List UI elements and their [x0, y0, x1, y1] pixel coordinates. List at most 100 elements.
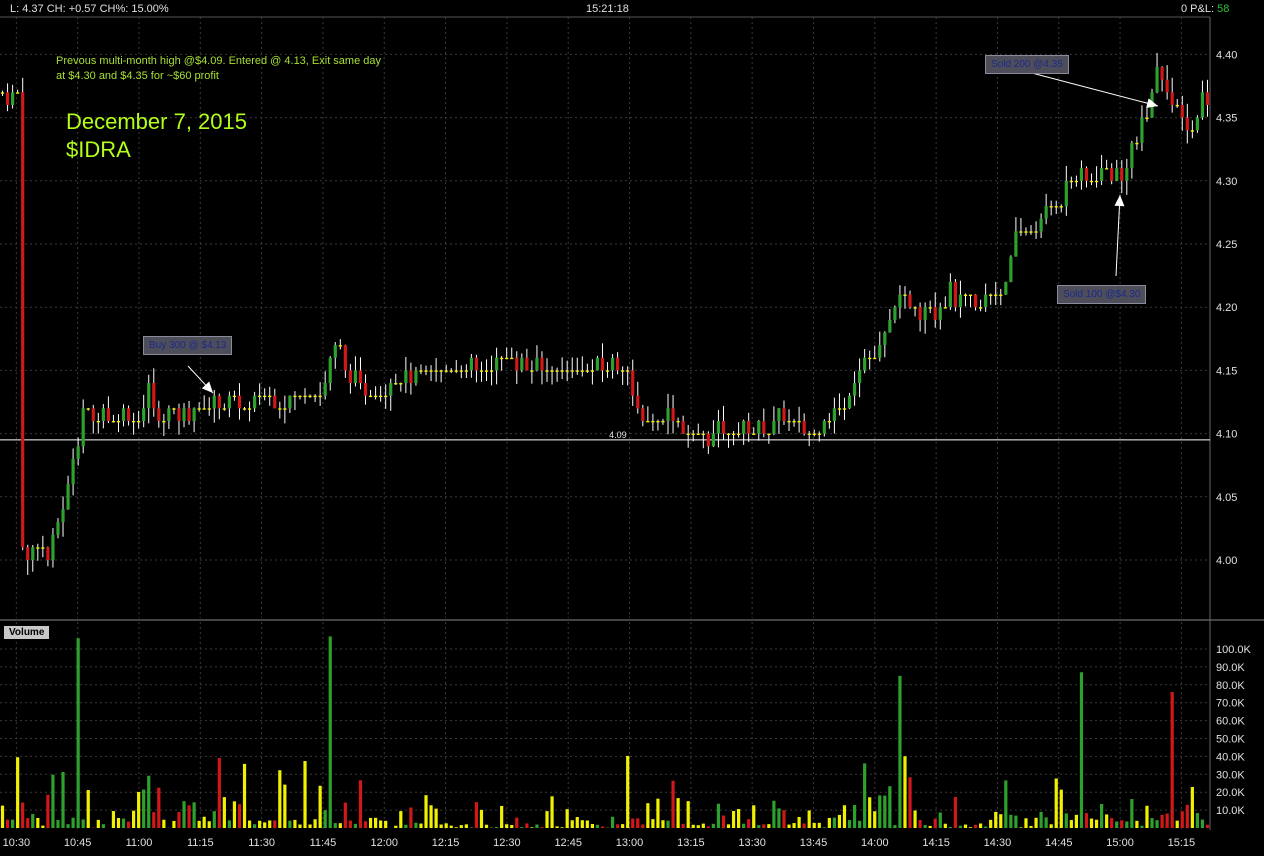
volume-bar — [933, 818, 937, 828]
candle-body — [268, 395, 272, 398]
volume-bar — [132, 810, 136, 828]
candle-body — [737, 433, 741, 435]
candle-body — [182, 408, 186, 421]
candle-body — [842, 408, 847, 410]
volume-bar — [979, 823, 983, 828]
volume-bar — [928, 825, 932, 828]
x-tick-label: 10:30 — [3, 837, 31, 849]
volume-bar — [222, 797, 226, 828]
candle-body — [419, 370, 423, 372]
volume-bar — [152, 812, 156, 828]
volume-bar — [1004, 780, 1008, 828]
candle-body — [258, 395, 262, 398]
annotation-line-2: at $4.30 and $4.35 for ~$60 profit — [56, 70, 219, 82]
volume-bar — [247, 820, 252, 828]
candle-body — [610, 357, 615, 371]
candle-body — [505, 357, 509, 360]
candle-body — [696, 433, 700, 435]
volume-bar — [1079, 672, 1084, 828]
candle-body — [142, 408, 146, 421]
volume-bar — [182, 801, 186, 828]
candle-body — [111, 420, 116, 423]
volume-tick-label: 10.0K — [1216, 805, 1245, 817]
volume-bar — [31, 814, 35, 828]
candle-body — [177, 408, 181, 421]
volume-bar — [747, 819, 751, 828]
volume-bar — [852, 805, 857, 828]
volume-bar — [212, 811, 216, 828]
volume-bar — [550, 796, 554, 828]
buy-callout: Buy 300 @ $4.13 — [143, 336, 233, 355]
candle-body — [464, 370, 468, 372]
candle-body — [1014, 231, 1018, 257]
volume-bar — [913, 810, 917, 828]
candle-body — [338, 345, 342, 347]
candle-body — [1115, 168, 1119, 181]
volume-tick-label: 30.0K — [1216, 769, 1245, 781]
candle-body — [121, 408, 126, 421]
volume-bar — [701, 823, 705, 828]
candle-body — [5, 92, 10, 105]
candle-body — [595, 357, 600, 371]
volume-bar — [1145, 805, 1149, 828]
x-tick-label: 13:30 — [738, 837, 766, 849]
volume-bar — [908, 777, 912, 828]
volume-bar — [253, 824, 257, 828]
candle-body — [1120, 168, 1124, 181]
volume-bar — [530, 827, 534, 828]
volume-bar — [11, 819, 15, 828]
candle-body — [731, 433, 736, 435]
candle-body — [71, 458, 75, 485]
candle-body — [469, 357, 473, 371]
candle-body — [550, 370, 554, 372]
volume-bar — [137, 791, 141, 828]
volume-tick-label: 50.0K — [1216, 734, 1245, 746]
candle-body — [626, 370, 630, 372]
volume-bar — [202, 816, 206, 828]
candle-body — [1160, 67, 1164, 80]
candle-body — [1054, 206, 1058, 208]
candle-body — [716, 420, 721, 434]
candle-body — [747, 420, 751, 434]
header-pl-value: 58 — [1217, 3, 1230, 15]
volume-bar — [671, 780, 675, 828]
volume-bar — [792, 823, 796, 828]
volume-bar — [515, 817, 519, 828]
volume-bar — [963, 824, 968, 828]
volume-bar — [676, 798, 680, 828]
candle-body — [444, 370, 448, 372]
volume-bar — [1054, 778, 1058, 828]
candle-body — [384, 395, 388, 398]
candle-body — [1069, 180, 1073, 183]
header-pl-label: 0 P&L: — [1181, 3, 1215, 15]
x-tick-label: 14:15 — [922, 837, 950, 849]
candle-body — [878, 345, 882, 358]
volume-bar — [661, 820, 665, 828]
candle-body — [1049, 206, 1053, 208]
candle-body — [197, 408, 201, 410]
candle-body — [706, 433, 710, 447]
volume-bar — [353, 823, 358, 828]
volume-bar — [36, 818, 40, 828]
candle-body — [863, 357, 867, 371]
volume-bar — [126, 821, 131, 828]
volume-bar — [686, 801, 690, 828]
candle-body — [363, 383, 368, 396]
candle-body — [152, 383, 156, 409]
volume-bar — [888, 786, 892, 828]
candle-body — [263, 395, 267, 398]
volume-bar — [1115, 821, 1119, 828]
x-tick-label: 13:15 — [677, 837, 705, 849]
candle-body — [752, 433, 756, 435]
candle-body — [399, 383, 403, 385]
volume-bar — [1195, 813, 1199, 828]
candle-body — [631, 370, 635, 396]
volume-bar — [323, 810, 327, 828]
candle-body — [898, 294, 902, 308]
candle-body — [1105, 168, 1109, 170]
candle-body — [31, 547, 35, 560]
candle-body — [1074, 180, 1078, 183]
candle-body — [802, 420, 806, 434]
candle-body — [1034, 231, 1038, 233]
x-tick-label: 14:45 — [1045, 837, 1073, 849]
